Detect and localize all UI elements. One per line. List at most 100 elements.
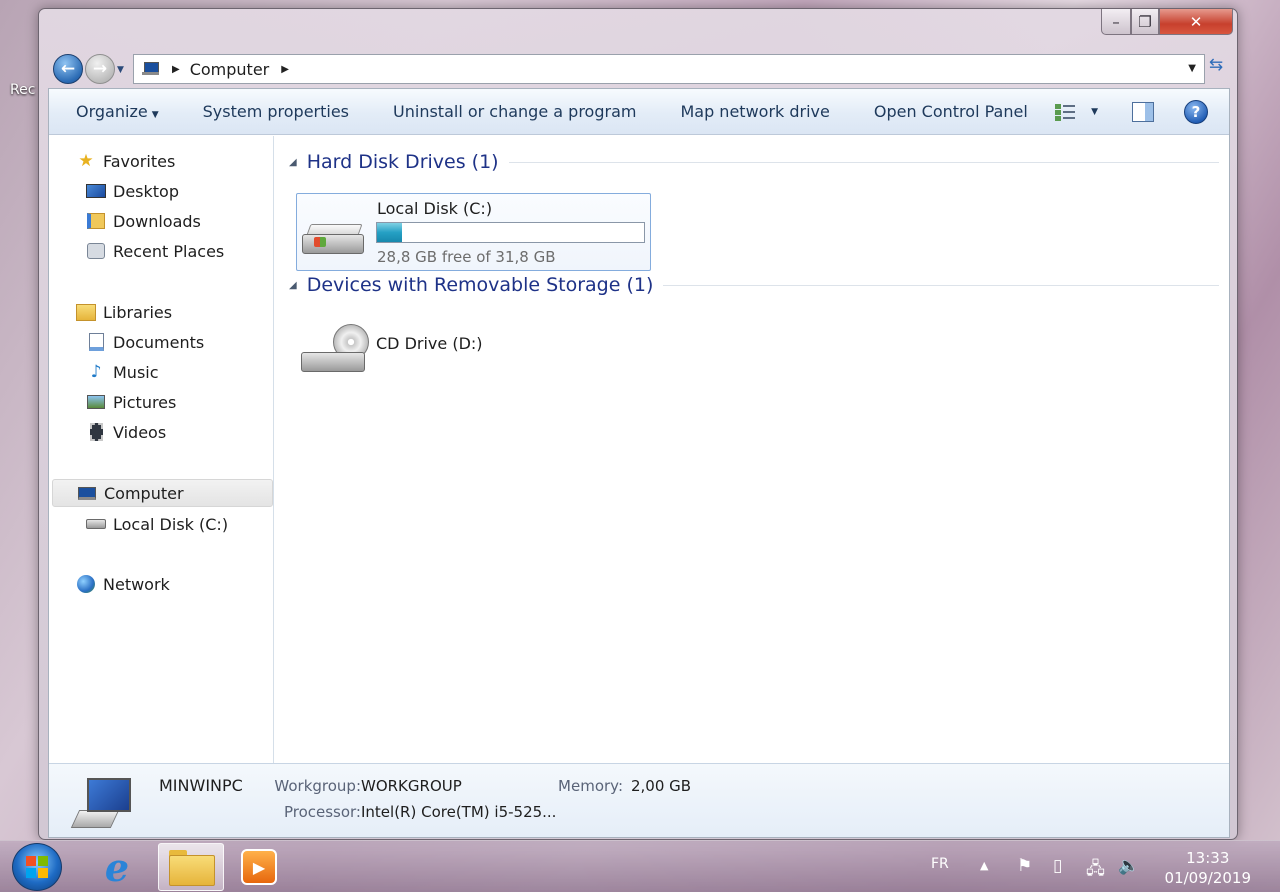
downloads-folder-icon: [85, 211, 107, 231]
media-player-icon: ▶: [241, 849, 277, 885]
nav-libraries[interactable]: Libraries: [75, 298, 172, 326]
star-icon: ★: [78, 151, 94, 171]
taskbar-windows-explorer[interactable]: [158, 843, 224, 891]
workgroup-label: Workgroup:: [274, 777, 361, 795]
documents-icon: [85, 332, 107, 352]
nav-downloads[interactable]: Downloads: [85, 207, 201, 235]
maximize-button[interactable]: ❐: [1131, 9, 1159, 35]
desktop-icon: [85, 181, 107, 201]
hard-drive-icon: [85, 514, 107, 534]
nav-label: Pictures: [113, 392, 177, 412]
nav-label: Downloads: [113, 211, 201, 231]
start-button[interactable]: [12, 843, 62, 891]
address-bar[interactable]: ▶ Computer ▶ ▼: [133, 54, 1205, 84]
drive-free-space: 28,8 GB free of 31,8 GB: [377, 248, 556, 266]
map-network-drive-button[interactable]: Map network drive: [658, 102, 851, 121]
group-removable-storage[interactable]: ◢ Devices with Removable Storage (1): [289, 271, 1219, 299]
nav-label: Documents: [113, 332, 205, 352]
address-dropdown-icon[interactable]: ▼: [1188, 63, 1196, 74]
nav-label: Computer: [104, 483, 184, 503]
nav-favorites[interactable]: ★ Favorites: [75, 147, 175, 175]
memory-value: 2,00 GB: [631, 777, 692, 795]
language-indicator[interactable]: FR: [931, 856, 949, 872]
volume-icon[interactable]: 🔈: [1118, 856, 1139, 876]
nav-videos[interactable]: Videos: [85, 418, 166, 446]
collapse-arrow-icon[interactable]: ◢: [289, 157, 297, 168]
breadcrumb-separator-icon[interactable]: ▶: [281, 64, 289, 75]
videos-icon: [85, 422, 107, 442]
clock[interactable]: 13:33 01/09/2019: [1165, 848, 1251, 888]
computer-icon: [142, 62, 160, 76]
action-center-flag-icon[interactable]: ⚑: [1017, 856, 1032, 876]
group-hard-disk-drives[interactable]: ◢ Hard Disk Drives (1): [289, 148, 1219, 176]
uninstall-program-button[interactable]: Uninstall or change a program: [371, 102, 658, 121]
group-title: Devices with Removable Storage (1): [306, 274, 654, 296]
nav-label: Network: [103, 574, 170, 594]
computer-icon: [76, 483, 98, 503]
nav-network[interactable]: Network: [75, 570, 170, 598]
drive-local-disk-c[interactable]: Local Disk (C:) 28,8 GB free of 31,8 GB: [296, 193, 651, 271]
breadcrumb-computer[interactable]: Computer: [190, 60, 270, 79]
drive-name: CD Drive (D:): [376, 334, 483, 353]
refresh-icon[interactable]: ⇆: [1203, 55, 1229, 83]
battery-icon[interactable]: ▯: [1053, 856, 1062, 876]
forward-button[interactable]: →: [85, 54, 115, 84]
nav-local-disk[interactable]: Local Disk (C:): [85, 510, 228, 538]
libraries-icon: [75, 302, 97, 322]
view-options-dropdown-icon[interactable]: ▼: [1091, 107, 1098, 117]
breadcrumb-separator-icon[interactable]: ▶: [172, 64, 180, 75]
organize-label: Organize: [76, 102, 148, 121]
disk-usage-bar: [376, 222, 645, 243]
nav-label: Local Disk (C:): [113, 514, 229, 534]
taskbar-internet-explorer[interactable]: e: [84, 843, 150, 891]
organize-button[interactable]: Organize ▼: [49, 102, 181, 121]
nav-desktop[interactable]: Desktop: [85, 177, 179, 205]
computer-icon: [70, 778, 135, 830]
minimize-button[interactable]: –: [1101, 9, 1131, 35]
show-hidden-icons-icon[interactable]: ▲: [980, 859, 988, 872]
nav-documents[interactable]: Documents: [85, 328, 204, 356]
cd-drive-icon: [301, 324, 369, 380]
command-bar: Organize ▼ System properties Uninstall or…: [49, 89, 1229, 135]
back-button[interactable]: ←: [53, 54, 83, 84]
processor-value: Intel(R) Core(TM) i5-525...: [361, 803, 557, 821]
nav-recent-places[interactable]: Recent Places: [85, 237, 224, 265]
nav-music[interactable]: ♪ Music: [85, 358, 159, 386]
hard-drive-icon: [302, 224, 366, 262]
group-divider: [508, 161, 1219, 163]
caption-buttons: – ❐ ✕: [1101, 9, 1233, 35]
disk-usage-fill: [377, 223, 403, 242]
clock-time: 13:33: [1186, 849, 1230, 867]
desktop-recycle-bin-label[interactable]: Rec: [10, 82, 35, 98]
open-control-panel-button[interactable]: Open Control Panel: [852, 102, 1050, 121]
nav-pictures[interactable]: Pictures: [85, 388, 176, 416]
content-area: ◢ Hard Disk Drives (1) Local Disk (C:) 2…: [275, 136, 1229, 763]
taskbar-media-player[interactable]: ▶: [226, 843, 292, 891]
explorer-window: – ❐ ✕ ← → ▼ ▶ Computer ▶ ▼ ⇆ Organize ▼ S…: [38, 8, 1238, 840]
close-button[interactable]: ✕: [1159, 9, 1233, 35]
client-area: Organize ▼ System properties Uninstall or…: [48, 88, 1230, 838]
change-view-icon[interactable]: [1055, 103, 1077, 121]
pictures-icon: [85, 392, 107, 412]
clock-date: 01/09/2019: [1164, 869, 1251, 887]
recent-pages-dropdown-icon[interactable]: ▼: [117, 65, 124, 75]
group-title: Hard Disk Drives (1): [306, 151, 499, 173]
collapse-arrow-icon[interactable]: ◢: [289, 280, 297, 291]
preview-pane-icon[interactable]: [1132, 102, 1154, 122]
folder-icon: [169, 850, 215, 886]
windows-logo-icon: [26, 856, 48, 878]
nav-label: Libraries: [103, 302, 173, 322]
drive-name: Local Disk (C:): [377, 199, 493, 218]
music-icon: ♪: [90, 362, 102, 382]
nav-label: Desktop: [113, 181, 179, 201]
drive-cd-d[interactable]: CD Drive (D:): [296, 316, 596, 386]
nav-computer[interactable]: Computer: [52, 479, 273, 507]
network-status-icon[interactable]: 🖧: [1086, 856, 1105, 885]
navigation-row: ← → ▼ ▶ Computer ▶ ▼ ⇆: [51, 51, 1227, 85]
system-properties-button[interactable]: System properties: [181, 102, 371, 121]
recent-places-icon: [85, 241, 107, 261]
help-icon[interactable]: ?: [1184, 100, 1208, 124]
taskbar: e ▶ FR ▲ ⚑ ▯ 🖧 🔈 13:33 01/09/2019: [0, 840, 1280, 892]
computer-name: MINWINPC: [159, 776, 243, 795]
navigation-pane: ★ Favorites Desktop Downloads Recent Pla…: [49, 136, 274, 763]
